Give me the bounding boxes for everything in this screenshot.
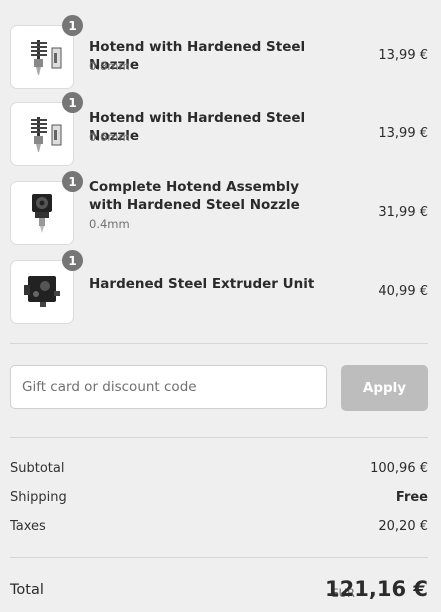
cart-item: 1 Complete Hotend Assembly with Hardened… bbox=[10, 171, 428, 245]
quantity-badge: 1 bbox=[62, 250, 83, 271]
item-price: 40,99 € bbox=[378, 284, 428, 299]
quantity-badge: 1 bbox=[62, 15, 83, 36]
apply-button[interactable]: Apply bbox=[341, 365, 428, 411]
subtotal-label: Subtotal bbox=[10, 461, 65, 476]
taxes-value: 20,20 € bbox=[378, 519, 428, 534]
item-variant: 0.8mm bbox=[89, 59, 130, 73]
product-thumbnail bbox=[10, 181, 74, 245]
item-price: 13,99 € bbox=[378, 48, 428, 63]
hotend-assembly-icon bbox=[32, 194, 52, 233]
cart-item: 1 Hardened Steel Extruder Unit 40,99 € bbox=[10, 250, 428, 324]
extruder-icon bbox=[24, 276, 60, 307]
shipping-value: Free bbox=[395, 490, 428, 505]
quantity-badge: 1 bbox=[62, 171, 83, 192]
hotend-icon bbox=[31, 40, 62, 75]
discount-code-input[interactable] bbox=[10, 365, 327, 409]
product-thumbnail bbox=[10, 25, 74, 89]
product-thumbnail bbox=[10, 260, 74, 324]
quantity-badge: 1 bbox=[62, 92, 83, 113]
total-label: Total bbox=[10, 582, 44, 598]
divider bbox=[10, 437, 428, 438]
item-name: Hardened Steel Extruder Unit bbox=[89, 276, 315, 292]
cart-item: 1 Hotend with Hardened Steel Nozzle 0.6m… bbox=[10, 92, 428, 166]
subtotal-value: 100,96 € bbox=[370, 461, 428, 476]
divider bbox=[10, 343, 428, 344]
item-variant: 0.4mm bbox=[89, 217, 130, 231]
divider bbox=[10, 557, 428, 558]
total-value: 121,16 € bbox=[325, 577, 428, 601]
taxes-label: Taxes bbox=[10, 519, 46, 534]
cart-item: 1 Hotend with Hardened Steel Nozzle 0.8m… bbox=[10, 15, 428, 89]
hotend-icon bbox=[31, 117, 62, 152]
item-variant: 0.6mm bbox=[89, 130, 130, 144]
item-price: 31,99 € bbox=[378, 205, 428, 220]
item-price: 13,99 € bbox=[378, 126, 428, 141]
item-name: Complete Hotend Assembly with Hardened S… bbox=[89, 179, 300, 213]
product-thumbnail bbox=[10, 102, 74, 166]
shipping-label: Shipping bbox=[10, 490, 67, 505]
